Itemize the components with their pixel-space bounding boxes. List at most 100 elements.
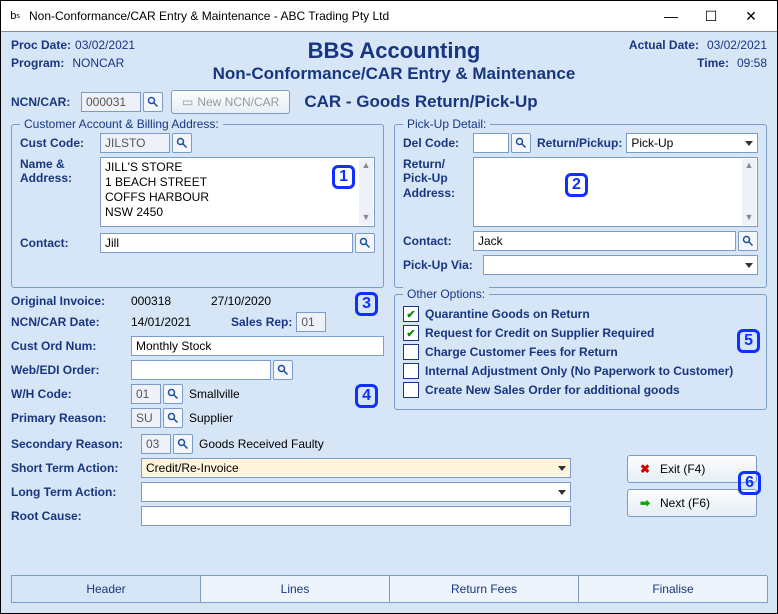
ncn-input[interactable]: 000031 bbox=[81, 92, 141, 112]
opt3-label: Charge Customer Fees for Return bbox=[425, 345, 618, 359]
scrollbar[interactable]: ▲▼ bbox=[359, 159, 373, 225]
scroll-up-icon[interactable]: ▲ bbox=[359, 159, 373, 173]
next-button[interactable]: ➡ Next (F6) bbox=[627, 489, 757, 517]
pickup-contact-label: Contact: bbox=[403, 234, 473, 248]
preason-label: Primary Reason: bbox=[11, 411, 131, 425]
sreason-name: Goods Received Faulty bbox=[199, 437, 324, 451]
scroll-down-icon[interactable]: ▼ bbox=[742, 211, 756, 225]
preason-input[interactable]: SU bbox=[131, 408, 161, 428]
pickup-addr-box[interactable]: ▲▼ bbox=[473, 157, 758, 227]
close-icon: ✖ bbox=[638, 462, 652, 476]
opt5-check[interactable] bbox=[403, 382, 419, 398]
app-icon: bs bbox=[7, 8, 23, 24]
pickup-contact-input[interactable]: Jack bbox=[473, 231, 736, 251]
scroll-up-icon[interactable]: ▲ bbox=[742, 159, 756, 173]
action-panel: ✖ Exit (F4) ➡ Next (F6) 6 bbox=[627, 455, 757, 523]
web-edi-label: Web/EDI Order: bbox=[11, 363, 131, 377]
tab-header[interactable]: Header bbox=[11, 576, 201, 603]
scrollbar[interactable]: ▲▼ bbox=[742, 159, 756, 225]
opt2-check[interactable]: ✔ bbox=[403, 325, 419, 341]
lta-select[interactable] bbox=[141, 482, 571, 502]
pickup-via-select[interactable] bbox=[483, 255, 758, 275]
proc-date-value: 03/02/2021 bbox=[75, 38, 135, 52]
opt2-label: Request for Credit on Supplier Required bbox=[425, 326, 654, 340]
opt4-label: Internal Adjustment Only (No Paperwork t… bbox=[425, 364, 733, 378]
preason-name: Supplier bbox=[189, 411, 233, 425]
close-button[interactable]: ✕ bbox=[731, 4, 771, 28]
new-ncn-button[interactable]: ▭ New NCN/CAR bbox=[171, 90, 290, 114]
cust-code-label: Cust Code: bbox=[20, 136, 100, 150]
callout-1: 1 bbox=[332, 165, 355, 189]
addr-line: JILL'S STORE bbox=[105, 160, 370, 175]
app-title: BBS Accounting bbox=[191, 38, 597, 64]
actual-date-label: Actual Date: bbox=[629, 38, 699, 52]
ncn-label: NCN/CAR: bbox=[11, 95, 81, 109]
time-label: Time: bbox=[697, 56, 729, 70]
cust-contact-input[interactable]: Jill bbox=[100, 233, 353, 253]
wh-input[interactable]: 01 bbox=[131, 384, 161, 404]
customer-legend: Customer Account & Billing Address: bbox=[20, 117, 223, 131]
screen-title: Non-Conformance/CAR Entry & Maintenance bbox=[191, 64, 597, 84]
sta-select[interactable]: Credit/Re-Invoice bbox=[141, 458, 571, 478]
web-edi-lookup-icon[interactable] bbox=[273, 360, 293, 380]
opt4-check[interactable] bbox=[403, 363, 419, 379]
ncn-date: 14/01/2021 bbox=[131, 315, 221, 329]
customer-group: Customer Account & Billing Address: Cust… bbox=[11, 124, 384, 288]
new-ncn-label: New NCN/CAR bbox=[197, 95, 279, 109]
opt1-check[interactable]: ✔ bbox=[403, 306, 419, 322]
sta-label: Short Term Action: bbox=[11, 461, 141, 475]
actual-date-value: 03/02/2021 bbox=[707, 38, 767, 52]
exit-label: Exit (F4) bbox=[660, 462, 705, 476]
tab-finalise[interactable]: Finalise bbox=[578, 576, 768, 603]
pickup-addr-label: Return/ Pick-Up Address: bbox=[403, 157, 473, 200]
ncn-date-label: NCN/CAR Date: bbox=[11, 315, 131, 329]
sreason-lookup-icon[interactable] bbox=[173, 434, 193, 454]
callout-3: 3 bbox=[355, 292, 378, 316]
cust-contact-lookup-icon[interactable] bbox=[355, 233, 375, 253]
orig-inv-label: Original Invoice: bbox=[11, 294, 131, 308]
addr-line: 1 BEACH STREET bbox=[105, 175, 370, 190]
del-code-input[interactable] bbox=[473, 133, 509, 153]
pickup-contact-lookup-icon[interactable] bbox=[738, 231, 758, 251]
scroll-down-icon[interactable]: ▼ bbox=[359, 211, 373, 225]
root-input[interactable] bbox=[141, 506, 571, 526]
orig-inv-no: 000318 bbox=[131, 294, 211, 308]
lta-label: Long Term Action: bbox=[11, 485, 141, 499]
mode-title: CAR - Goods Return/Pick-Up bbox=[304, 92, 537, 112]
preason-lookup-icon[interactable] bbox=[163, 408, 183, 428]
name-addr-label: Name & Address: bbox=[20, 157, 100, 185]
tab-return-fees[interactable]: Return Fees bbox=[389, 576, 579, 603]
addr-line: COFFS HARBOUR bbox=[105, 190, 370, 205]
return-pickup-select[interactable]: Pick-Up bbox=[626, 133, 758, 153]
program-value: NONCAR bbox=[72, 56, 124, 70]
maximize-button[interactable]: ☐ bbox=[691, 4, 731, 28]
cust-ord-input[interactable]: Monthly Stock bbox=[131, 336, 384, 356]
sreason-input[interactable]: 03 bbox=[141, 434, 171, 454]
callout-6: 6 bbox=[738, 471, 761, 495]
root-label: Root Cause: bbox=[11, 509, 141, 523]
titlebar: bs Non-Conformance/CAR Entry & Maintenan… bbox=[1, 1, 777, 32]
opt1-label: Quarantine Goods on Return bbox=[425, 307, 590, 321]
ncn-lookup-icon[interactable] bbox=[143, 92, 163, 112]
wh-lookup-icon[interactable] bbox=[163, 384, 183, 404]
arrow-right-icon: ➡ bbox=[638, 496, 652, 510]
cust-code-input[interactable]: JILSTO bbox=[100, 133, 170, 153]
time-value: 09:58 bbox=[737, 56, 767, 70]
minimize-button[interactable]: — bbox=[651, 4, 691, 28]
proc-date-label: Proc Date: bbox=[11, 38, 71, 52]
web-edi-input[interactable] bbox=[131, 360, 271, 380]
next-label: Next (F6) bbox=[660, 496, 710, 510]
cust-ord-label: Cust Ord Num: bbox=[11, 339, 131, 353]
sreason-label: Secondary Reason: bbox=[11, 437, 141, 451]
document-icon: ▭ bbox=[182, 95, 193, 109]
del-code-lookup-icon[interactable] bbox=[511, 133, 531, 153]
cust-code-lookup-icon[interactable] bbox=[172, 133, 192, 153]
wh-name: Smallville bbox=[189, 387, 240, 401]
pickup-legend: Pick-Up Detail: bbox=[403, 117, 490, 131]
opt3-check[interactable] bbox=[403, 344, 419, 360]
tab-lines[interactable]: Lines bbox=[200, 576, 390, 603]
wh-label: W/H Code: bbox=[11, 387, 131, 401]
options-group: Other Options: ✔Quarantine Goods on Retu… bbox=[394, 294, 767, 410]
sales-rep-input[interactable]: 01 bbox=[296, 312, 326, 332]
del-code-label: Del Code: bbox=[403, 136, 473, 150]
